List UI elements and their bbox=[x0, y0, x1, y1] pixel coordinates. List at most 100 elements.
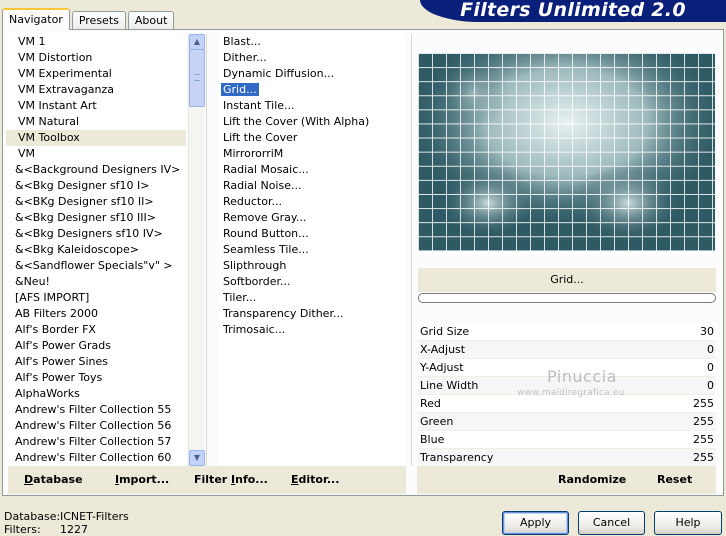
category-item[interactable]: &<Bkg Designers sf10 IV> bbox=[6, 226, 186, 242]
param-row[interactable]: X-Adjust 0 bbox=[418, 341, 716, 359]
status-area: Database:ICNET-Filters Filters: 1227 bbox=[4, 510, 129, 536]
filter-item[interactable]: Radial Noise... bbox=[218, 178, 406, 194]
param-row[interactable]: Transparency 255 bbox=[418, 449, 716, 467]
category-item[interactable]: Andrew's Filter Collection 56 bbox=[6, 418, 186, 434]
category-item[interactable]: &<Bkg Designer sf10 I> bbox=[6, 178, 186, 194]
filter-item[interactable]: Dynamic Diffusion... bbox=[218, 66, 406, 82]
param-label: Grid Size bbox=[420, 325, 470, 338]
category-item[interactable]: Alf's Border FX bbox=[6, 322, 186, 338]
category-item[interactable]: VM Distortion bbox=[6, 50, 186, 66]
scroll-up-icon[interactable]: ▲ bbox=[189, 34, 205, 50]
filter-item[interactable]: Transparency Dither... bbox=[218, 306, 406, 322]
import-button[interactable]: Import... bbox=[115, 473, 169, 486]
category-item[interactable]: VM Extravaganza bbox=[6, 82, 186, 98]
param-label: Y-Adjust bbox=[420, 361, 464, 374]
category-item[interactable]: Alf's Power Sines bbox=[6, 354, 186, 370]
category-item[interactable]: &<Bkg Kaleidoscope> bbox=[6, 242, 186, 258]
cancel-button[interactable]: Cancel bbox=[578, 511, 645, 535]
filter-item-label: Dynamic Diffusion... bbox=[223, 67, 335, 80]
category-item[interactable]: Andrew's Filter Collection 55 bbox=[6, 402, 186, 418]
category-item[interactable]: VM bbox=[6, 146, 186, 162]
category-item[interactable]: VM 1 bbox=[6, 34, 186, 50]
param-value[interactable]: 0 bbox=[707, 359, 714, 376]
param-label: Line Width bbox=[420, 379, 479, 392]
category-list[interactable]: VM 1 VM Distortion VM Experimental VM Extra… bbox=[6, 34, 186, 466]
filter-item-label: Radial Mosaic... bbox=[223, 163, 309, 176]
category-item[interactable]: &<BKg Designer sf10 II> bbox=[6, 194, 186, 210]
scroll-down-icon[interactable]: ▼ bbox=[189, 450, 205, 466]
param-label: X-Adjust bbox=[420, 343, 466, 356]
tab-strip: Navigator Presets About bbox=[2, 8, 176, 30]
filter-item[interactable]: Lift the Cover (With Alpha) bbox=[218, 114, 406, 130]
filter-item[interactable]: Seamless Tile... bbox=[218, 242, 406, 258]
filter-item[interactable]: Slipthrough bbox=[218, 258, 406, 274]
filter-item-label: Dither... bbox=[223, 51, 267, 64]
param-value[interactable]: 255 bbox=[693, 449, 714, 466]
param-value[interactable]: 0 bbox=[707, 341, 714, 358]
filter-info-button[interactable]: Filter Info... bbox=[194, 473, 268, 486]
category-item[interactable]: &Neu! bbox=[6, 274, 186, 290]
preview-image bbox=[418, 53, 715, 251]
category-item[interactable]: VM Experimental bbox=[6, 66, 186, 82]
filter-item-label: Trimosaic... bbox=[223, 323, 286, 336]
filter-item[interactable]: Reductor... bbox=[218, 194, 406, 210]
param-value[interactable]: 255 bbox=[693, 413, 714, 430]
category-item[interactable]: VM Natural bbox=[6, 114, 186, 130]
param-row[interactable]: Grid Size 30 bbox=[418, 323, 716, 341]
reset-button[interactable]: Reset bbox=[657, 473, 692, 486]
filter-item-label: Transparency Dither... bbox=[223, 307, 344, 320]
category-item[interactable]: &<Background Designers IV> bbox=[6, 162, 186, 178]
apply-button[interactable]: Apply bbox=[502, 511, 569, 535]
filter-list[interactable]: Blast... Dither... Dynamic Diffusion... Gri… bbox=[218, 34, 406, 466]
param-row[interactable]: Green 255 bbox=[418, 413, 716, 431]
filter-item-label: Remove Gray... bbox=[223, 211, 307, 224]
param-label: Blue bbox=[420, 433, 445, 446]
category-item[interactable]: AlphaWorks bbox=[6, 386, 186, 402]
tab-presets[interactable]: Presets bbox=[71, 11, 126, 30]
filter-item[interactable]: Dither... bbox=[218, 50, 406, 66]
filter-item-label: Lift the Cover (With Alpha) bbox=[223, 115, 370, 128]
filter-item[interactable]: Remove Gray... bbox=[218, 210, 406, 226]
filter-item[interactable]: Round Button... bbox=[218, 226, 406, 242]
filter-item-label: Softborder... bbox=[223, 275, 291, 288]
filter-item[interactable]: Trimosaic... bbox=[218, 322, 406, 338]
filter-item-label: Reductor... bbox=[223, 195, 282, 208]
param-value[interactable]: 255 bbox=[693, 395, 714, 412]
help-button[interactable]: Help bbox=[654, 511, 722, 535]
category-item[interactable]: &<Bkg Designer sf10 III> bbox=[6, 210, 186, 226]
editor-button[interactable]: Editor... bbox=[291, 473, 339, 486]
category-item[interactable]: Andrew's Filter Collection 60 bbox=[6, 450, 186, 466]
database-button[interactable]: Database bbox=[24, 473, 83, 486]
category-item[interactable]: VM Toolbox bbox=[6, 130, 186, 146]
category-item[interactable]: Andrew's Filter Collection 57 bbox=[6, 434, 186, 450]
watermark-name: Pinuccia bbox=[547, 367, 617, 386]
tab-navigator[interactable]: Navigator bbox=[2, 8, 70, 30]
filter-item[interactable]: Instant Tile... bbox=[218, 98, 406, 114]
filter-item-label: Grid... bbox=[221, 83, 259, 96]
filter-item-label: Blast... bbox=[223, 35, 261, 48]
filter-item[interactable]: Tiler... bbox=[218, 290, 406, 306]
filter-item[interactable]: Grid... bbox=[218, 82, 406, 98]
watermark-url: www.maidiregrafica.eu bbox=[517, 388, 625, 398]
tab-about[interactable]: About bbox=[127, 11, 175, 30]
param-value[interactable]: 0 bbox=[707, 377, 714, 394]
category-item[interactable]: Alf's Power Toys bbox=[6, 370, 186, 386]
param-label: Transparency bbox=[420, 451, 494, 464]
filter-item[interactable]: Radial Mosaic... bbox=[218, 162, 406, 178]
filter-item[interactable]: Blast... bbox=[218, 34, 406, 50]
scroll-thumb[interactable] bbox=[189, 49, 205, 107]
category-item[interactable]: AB Filters 2000 bbox=[6, 306, 186, 322]
category-item[interactable]: &<Sandflower Specials"v" > bbox=[6, 258, 186, 274]
param-row[interactable]: Blue 255 bbox=[418, 431, 716, 449]
category-scrollbar[interactable]: ▲ ▼ bbox=[188, 34, 205, 466]
category-item[interactable]: VM Instant Art bbox=[6, 98, 186, 114]
filter-item-label: Round Button... bbox=[223, 227, 309, 240]
category-item[interactable]: Alf's Power Grads bbox=[6, 338, 186, 354]
filter-item[interactable]: Softborder... bbox=[218, 274, 406, 290]
randomize-button[interactable]: Randomize bbox=[558, 473, 626, 486]
filter-item[interactable]: Lift the Cover bbox=[218, 130, 406, 146]
filter-item[interactable]: MirrororriM bbox=[218, 146, 406, 162]
param-value[interactable]: 30 bbox=[700, 323, 714, 340]
param-value[interactable]: 255 bbox=[693, 431, 714, 448]
category-item[interactable]: [AFS IMPORT] bbox=[6, 290, 186, 306]
